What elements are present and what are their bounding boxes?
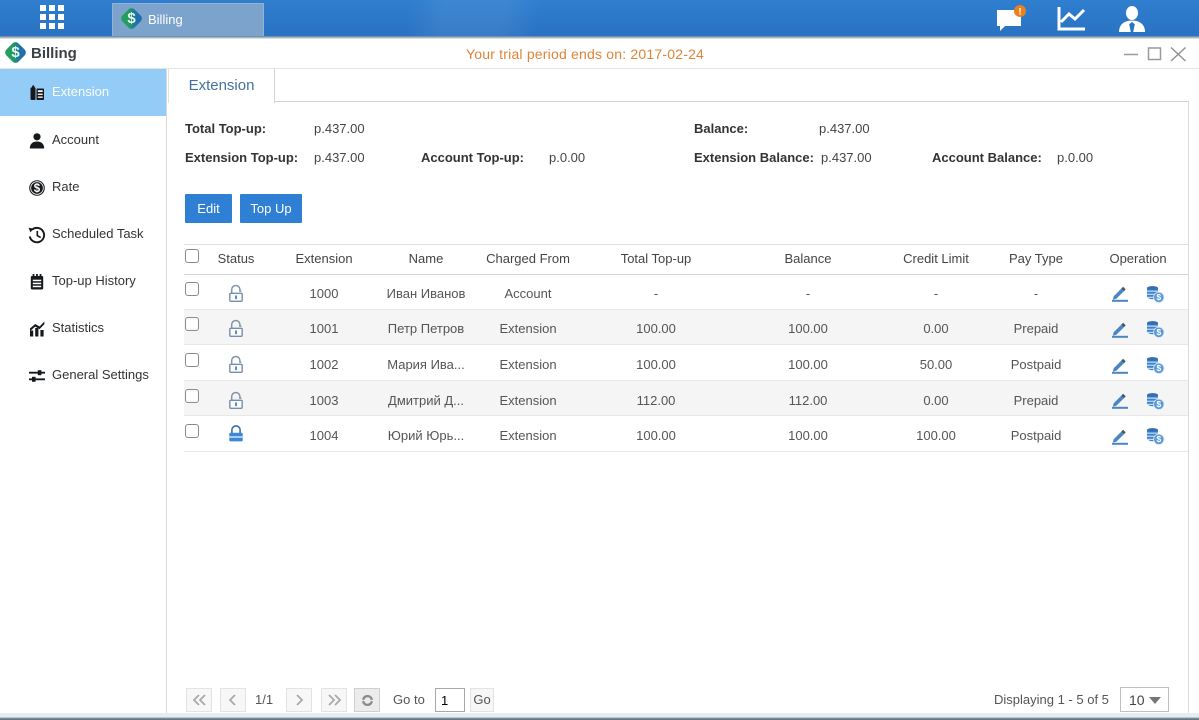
svg-text:!: ! xyxy=(1019,7,1022,17)
svg-text:$: $ xyxy=(1156,399,1161,409)
svg-text:$: $ xyxy=(1156,363,1161,373)
svg-text:$: $ xyxy=(1156,434,1161,444)
svg-text:$: $ xyxy=(34,183,41,195)
svg-text:$: $ xyxy=(1156,328,1161,338)
svg-text:$: $ xyxy=(1156,292,1161,302)
